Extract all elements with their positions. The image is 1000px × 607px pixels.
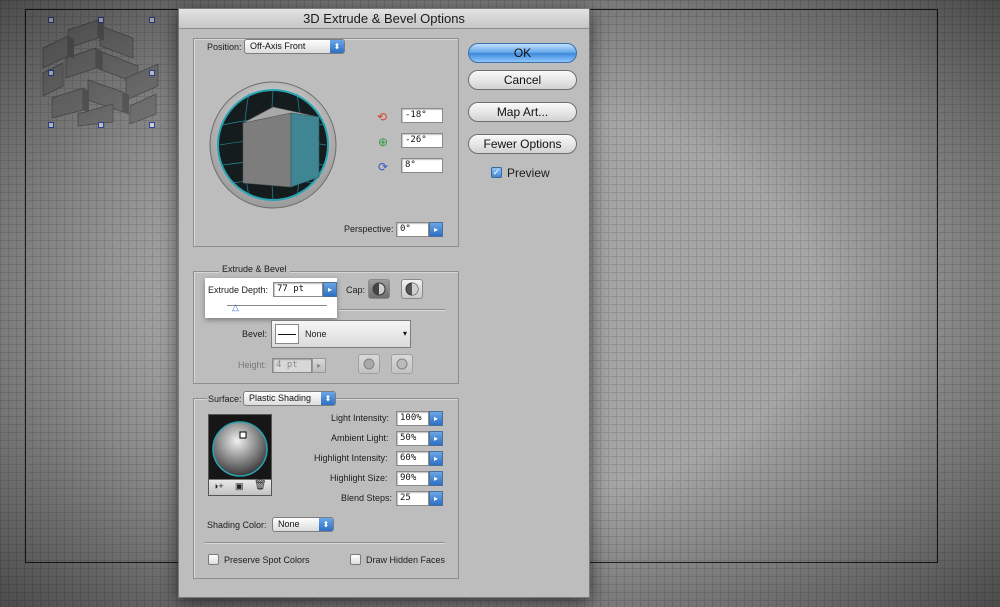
rotate-x-field[interactable]: -18° xyxy=(401,108,443,123)
lighting-sphere-preview[interactable]: ◑+ ▣ 🗑 xyxy=(208,414,272,496)
dialog-title: 3D Extrude & Bevel Options xyxy=(179,9,589,29)
extrude-separator xyxy=(339,309,445,310)
highlight-intensity-label: Highlight Intensity: xyxy=(314,453,388,463)
lighting-toolbar: ◑+ ▣ 🗑 xyxy=(209,479,271,495)
selection-handle[interactable] xyxy=(48,70,54,76)
selection-handle[interactable] xyxy=(98,122,104,128)
selection-handle[interactable] xyxy=(48,17,54,23)
delete-light-icon[interactable]: 🗑 xyxy=(254,480,267,491)
extrude-depth-label: Extrude Depth: xyxy=(208,285,269,295)
bevel-height-dropdown-button[interactable]: ▸ xyxy=(312,358,326,373)
trackball-cube-graphic xyxy=(209,81,337,209)
cap-off-button[interactable] xyxy=(401,279,423,299)
cap-label: Cap: xyxy=(346,285,366,295)
bevel-label: Bevel: xyxy=(242,329,268,339)
selected-3d-object[interactable] xyxy=(38,17,163,128)
shading-color-label: Shading Color: xyxy=(207,520,267,530)
bevel-out-button[interactable] xyxy=(358,354,380,374)
preview-checkbox[interactable]: ✓ xyxy=(491,167,502,178)
selection-handle[interactable] xyxy=(48,122,54,128)
extruded-object-graphic xyxy=(42,19,159,127)
highlight-size-dropdown-button[interactable]: ▸ xyxy=(429,471,443,486)
new-light-icon[interactable]: ◑+ xyxy=(213,481,224,491)
bevel-in-icon xyxy=(396,358,408,370)
ambient-light-field[interactable]: 50% xyxy=(396,431,429,446)
cap-on-icon xyxy=(372,282,386,296)
ambient-light-dropdown-button[interactable]: ▸ xyxy=(429,431,443,446)
shading-color-value: None xyxy=(278,519,300,529)
highlight-intensity-dropdown-button[interactable]: ▸ xyxy=(429,451,443,466)
highlight-size-field[interactable]: 90% xyxy=(396,471,429,486)
surface-type-select[interactable]: Plastic Shading ⬍ xyxy=(243,391,336,406)
shading-color-select[interactable]: None ⬍ xyxy=(272,517,334,532)
perspective-label: Perspective: xyxy=(344,224,394,234)
bevel-height-field[interactable]: 4 pt xyxy=(272,358,312,373)
move-light-back-icon[interactable]: ▣ xyxy=(235,481,244,492)
draw-hidden-faces-checkbox[interactable] xyxy=(350,554,361,565)
position-preset-value: Off-Axis Front xyxy=(250,41,306,51)
surface-label: Surface: xyxy=(207,394,243,404)
blend-steps-dropdown-button[interactable]: ▸ xyxy=(429,491,443,506)
cap-on-button[interactable] xyxy=(368,279,390,299)
bevel-select[interactable]: None ▾ xyxy=(271,320,411,348)
extrude-bevel-section-title: Extrude & Bevel xyxy=(219,264,290,274)
extrude-depth-dropdown-button[interactable]: ▸ xyxy=(323,282,337,297)
preview-label: Preview xyxy=(507,166,550,180)
chevron-down-icon: ▾ xyxy=(402,329,407,338)
light-intensity-dropdown-button[interactable]: ▸ xyxy=(429,411,443,426)
selection-handle[interactable] xyxy=(149,17,155,23)
selection-handle[interactable] xyxy=(149,70,155,76)
map-art-button[interactable]: Map Art... xyxy=(468,102,577,122)
popup-arrows-icon: ⬍ xyxy=(319,518,333,531)
light-intensity-label: Light Intensity: xyxy=(331,413,390,423)
position-preset-select[interactable]: Off-Axis Front ⬍ xyxy=(244,39,345,54)
cancel-button[interactable]: Cancel xyxy=(468,70,577,90)
lighting-sphere-graphic xyxy=(212,421,268,477)
highlight-intensity-field[interactable]: 60% xyxy=(396,451,429,466)
ambient-light-label: Ambient Light: xyxy=(331,433,389,443)
blend-steps-label: Blend Steps: xyxy=(341,493,393,503)
light-source-handle xyxy=(239,431,247,439)
bevel-value: None xyxy=(305,329,327,339)
extrude-depth-slider-track[interactable] xyxy=(227,305,327,306)
rotate-y-axis-icon: ⊕ xyxy=(378,135,389,149)
ok-button[interactable]: OK xyxy=(468,43,577,63)
extrude-depth-slider-thumb[interactable]: △ xyxy=(232,302,239,313)
preserve-spot-colors-checkbox[interactable] xyxy=(208,554,219,565)
extrude-bevel-dialog: 3D Extrude & Bevel Options Position: Off… xyxy=(178,8,590,598)
perspective-field[interactable]: 0° xyxy=(396,222,429,237)
bevel-height-label: Height: xyxy=(238,360,267,370)
highlight-size-label: Highlight Size: xyxy=(330,473,388,483)
bevel-in-button[interactable] xyxy=(391,354,413,374)
rotation-trackball[interactable] xyxy=(209,65,337,225)
light-intensity-field[interactable]: 100% xyxy=(396,411,429,426)
rotate-x-axis-icon: ⟲ xyxy=(377,110,388,124)
popup-arrows-icon: ⬍ xyxy=(330,40,344,53)
fewer-options-button[interactable]: Fewer Options xyxy=(468,134,577,154)
selection-handle[interactable] xyxy=(98,17,104,23)
blend-steps-field[interactable]: 25 xyxy=(396,491,429,506)
bevel-out-icon xyxy=(363,358,375,370)
selection-handle[interactable] xyxy=(149,122,155,128)
draw-hidden-faces-label: Draw Hidden Faces xyxy=(366,555,446,565)
rotate-z-field[interactable]: 8° xyxy=(401,158,443,173)
popup-arrows-icon: ⬍ xyxy=(321,392,335,405)
bevel-profile-swatch xyxy=(275,324,299,344)
surface-type-value: Plastic Shading xyxy=(249,393,312,403)
rotate-y-field[interactable]: -26° xyxy=(401,133,443,148)
surface-separator xyxy=(205,542,445,543)
preserve-spot-colors-label: Preserve Spot Colors xyxy=(224,555,310,565)
perspective-dropdown-button[interactable]: ▸ xyxy=(429,222,443,237)
extrude-depth-field[interactable]: 77 pt xyxy=(273,282,323,297)
rotate-z-axis-icon: ⟳ xyxy=(378,160,389,174)
position-label: Position: xyxy=(207,42,242,52)
cap-off-icon xyxy=(405,282,419,296)
